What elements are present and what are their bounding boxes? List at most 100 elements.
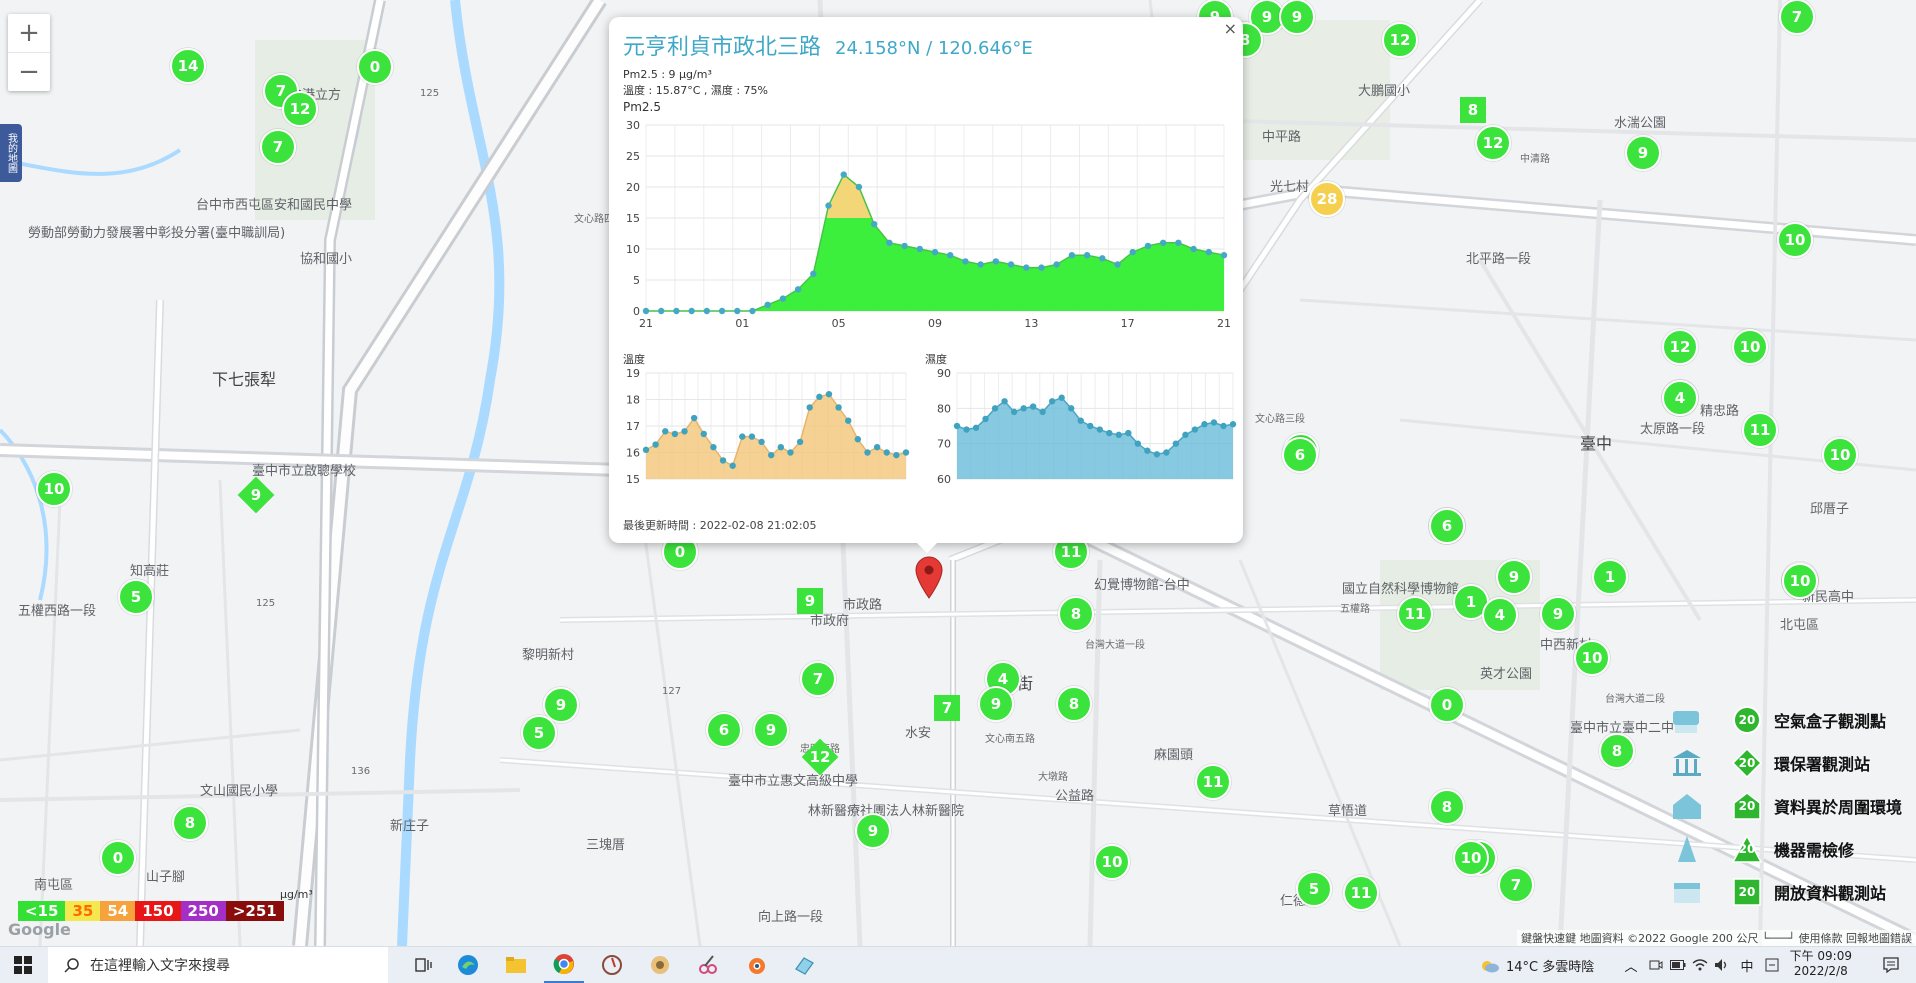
station-marker-circle[interactable]: 9 [978,686,1014,722]
marker-value: 9 [1291,8,1303,26]
station-marker-circle[interactable]: 7 [1779,0,1815,35]
marker-value: 12 [1669,338,1691,356]
station-marker-circle[interactable]: 10 [1094,844,1130,880]
station-marker-circle[interactable]: 12 [1475,125,1511,161]
zoom-out-button[interactable]: − [8,52,50,91]
notification-icon[interactable] [1874,947,1908,983]
marker-value: 5 [130,588,142,606]
station-marker-circle[interactable]: 10 [36,471,72,507]
station-marker-circle[interactable]: 11 [1195,764,1231,800]
blender-icon[interactable] [736,947,776,983]
station-marker-circle[interactable]: 10 [1782,563,1818,599]
y-tick-label: 15 [626,473,640,486]
ime-settings-icon[interactable] [1762,947,1782,983]
ime-indicator[interactable]: 中 [1736,947,1758,983]
station-marker-circle[interactable]: 6 [1282,437,1318,473]
station-marker-circle[interactable]: 8 [1599,733,1635,769]
data-point [1106,429,1113,437]
station-marker-circle[interactable]: 9 [1279,0,1315,35]
app-icon-2[interactable] [640,947,680,983]
taskbar-search-box[interactable]: 在這裡輸入文字來搜尋 [48,947,388,983]
station-marker-circle[interactable]: 4 [1662,380,1698,416]
map-canvas[interactable]: 台中市西屯區安和國民中學 勞動部勞動力發展署中彰投分署(臺中職訓局) 協和國小 下七張… [0,0,1916,946]
station-marker-circle[interactable]: 10 [1777,222,1813,258]
station-marker-square[interactable]: 7 [934,695,960,721]
station-marker-circle[interactable]: 9 [855,813,891,849]
battery-icon[interactable] [1668,947,1688,983]
file-explorer-icon[interactable] [496,947,536,983]
x-tick-label: 13 [1024,317,1038,330]
station-marker-circle[interactable]: 0 [100,840,136,876]
weather-widget[interactable]: 14°C 多雲時陰 [1480,947,1594,983]
marker-value: 7 [812,670,824,688]
scale-swatch: 35 [65,901,101,921]
station-marker-circle[interactable]: 11 [1343,875,1379,911]
station-marker-circle[interactable]: 9 [1496,559,1532,595]
station-marker-circle[interactable]: 5 [118,579,154,615]
meet-now-icon[interactable] [1646,947,1666,983]
edge-icon[interactable] [448,947,488,983]
app-icon-1[interactable] [592,947,632,983]
station-marker-circle[interactable]: 11 [1397,596,1433,632]
close-icon[interactable]: × [1224,19,1237,38]
legend-marker-square: 20 [1732,877,1762,907]
station-type-legend: 20 空氣盒子觀測點 20 環保署觀測站 20 資料異於周圍環境 20 機器需檢修 20 開放資料… [1670,698,1916,913]
station-marker-circle[interactable]: 6 [706,712,742,748]
station-marker-circle[interactable]: 7 [260,129,296,165]
volume-icon[interactable] [1712,947,1732,983]
station-marker-circle[interactable]: 28 [1309,181,1345,217]
chevron-up-icon[interactable]: ︿ [1620,947,1642,983]
y-tick-label: 90 [937,367,951,380]
marker-value: 8 [1070,605,1082,623]
app-icon-3[interactable] [784,947,824,983]
system-clock[interactable]: 下午 09:09 2022/2/8 [1790,949,1852,979]
station-marker-circle[interactable]: 5 [1296,871,1332,907]
zoom-control: + − [8,14,50,91]
station-marker-circle[interactable]: 5 [521,715,557,751]
station-marker-circle[interactable]: 10 [1822,437,1858,473]
station-marker-diamond[interactable]: 12 [801,738,839,776]
wifi-icon[interactable] [1690,947,1710,983]
station-marker-circle[interactable]: 10 [1453,840,1489,876]
map-attribution[interactable]: 鍵盤快速鍵 地圖資料 ©2022 Google 200 公尺 └───┘ 使用條… [1517,930,1916,946]
station-marker-square[interactable]: 8 [1460,97,1486,123]
station-marker-circle[interactable]: 12 [282,91,318,127]
station-marker-circle[interactable]: 12 [1662,329,1698,365]
station-marker-circle[interactable]: 9 [1540,596,1576,632]
station-marker-circle[interactable]: 9 [1625,135,1661,171]
station-marker-circle[interactable]: 9 [753,712,789,748]
data-point [1134,440,1142,447]
data-point [739,433,746,440]
start-button[interactable] [0,947,46,983]
location-pin-icon[interactable] [914,556,944,600]
station-marker-circle[interactable]: 8 [1058,596,1094,632]
station-marker-circle[interactable]: 4 [1482,597,1518,633]
data-point [854,436,862,443]
station-marker-circle[interactable]: 7 [800,661,836,697]
station-marker-circle[interactable]: 0 [1429,687,1465,723]
zoom-in-button[interactable]: + [8,14,50,52]
station-marker-circle[interactable]: 6 [1429,508,1465,544]
chrome-icon[interactable] [544,947,584,983]
station-marker-circle[interactable]: 12 [1382,22,1418,58]
station-marker-circle[interactable]: 14 [170,48,206,84]
station-marker-circle[interactable]: 8 [1056,686,1092,722]
task-view-icon[interactable] [404,947,444,983]
side-panel-tab[interactable]: 我的地圖 [0,124,22,182]
station-marker-circle[interactable]: 11 [1742,412,1778,448]
station-marker-circle[interactable]: 10 [1732,329,1768,365]
data-point [758,438,765,446]
data-point [1007,261,1015,268]
legend-marker-value: 20 [1738,841,1756,856]
data-point [873,444,881,451]
station-marker-circle[interactable]: 7 [1498,867,1534,903]
station-marker-circle[interactable]: 8 [172,805,208,841]
station-marker-circle[interactable]: 1 [1592,559,1628,595]
station-marker-diamond[interactable]: 9 [237,476,275,514]
station-marker-square[interactable]: 9 [797,588,823,614]
station-marker-circle[interactable]: 8 [1429,789,1465,825]
marker-value: 11 [1404,605,1426,623]
snipping-tool-icon[interactable] [688,947,728,983]
station-marker-circle[interactable]: 10 [1574,640,1610,676]
station-marker-circle[interactable]: 0 [357,49,393,85]
